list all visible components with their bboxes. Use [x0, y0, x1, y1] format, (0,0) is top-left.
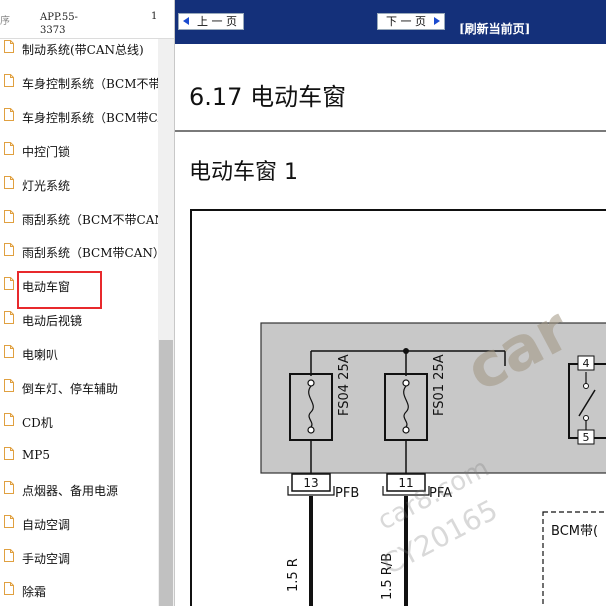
tree-item-label: 车身控制系统（BCM带CAN） — [22, 111, 158, 125]
document-icon — [4, 108, 14, 121]
document-icon — [4, 277, 14, 290]
tree-item-label: 自动空调 — [22, 518, 71, 532]
fuse2-label: FS01 25A — [432, 354, 447, 416]
header-col-index: 序 — [0, 16, 10, 27]
tree-item[interactable]: 手动空调 — [0, 541, 158, 575]
document-icon — [4, 210, 14, 223]
document-icon — [4, 549, 14, 562]
fuse1-label: FS04 25A — [337, 354, 352, 416]
tree-item[interactable]: 灯光系统 — [0, 168, 158, 202]
junction-dot — [403, 348, 409, 354]
document-icon — [4, 515, 14, 528]
document-icon — [4, 40, 14, 53]
tree-item-label: 雨刮系统（BCM带CAN） — [22, 246, 158, 260]
selected-item-highlight — [17, 271, 102, 309]
prev-page-label: 上 一 页 — [197, 15, 237, 28]
header-col-title: APP.55-3373 — [40, 12, 78, 36]
sidebar-header: 序 APP.55-3373 1 — [0, 0, 174, 39]
refresh-page-link[interactable]: [刷新当前页] — [459, 20, 530, 37]
tree-item-label: 电动后视镜 — [22, 314, 83, 328]
document-icon — [4, 176, 14, 189]
tree-item[interactable]: 中控门锁 — [0, 134, 158, 168]
sidebar-scroll-thumb[interactable] — [159, 340, 173, 606]
bcm-module-label: BCM带( — [551, 524, 598, 539]
document-icon — [4, 243, 14, 256]
tree-item-label: 中控门锁 — [22, 145, 71, 159]
document-icon — [4, 582, 14, 595]
document-icon — [4, 311, 14, 324]
document-icon — [4, 413, 14, 426]
tree-item[interactable]: 点烟器、备用电源 — [0, 473, 158, 507]
next-page-label: 下 一 页 — [386, 15, 426, 28]
tree-item[interactable]: 车身控制系统（BCM不带CAN） — [0, 66, 158, 100]
tree-item-label: 车身控制系统（BCM不带CAN） — [22, 77, 158, 91]
tree-item-label: 倒车灯、停车辅助 — [22, 382, 119, 396]
document-icon — [4, 379, 14, 392]
arrow-left-icon — [183, 17, 189, 25]
tree-item[interactable]: CD机 — [0, 405, 158, 439]
document-page: 6.17 电动车窗 电动车窗 1 FS04 25A FS01 25A 13 PF… — [175, 44, 606, 606]
next-page-button[interactable]: 下 一 页 — [377, 13, 445, 30]
tree-item[interactable]: 雨刮系统（BCM不带CAN） — [0, 202, 158, 236]
tree-item[interactable]: 除霜 — [0, 574, 158, 606]
prev-page-button[interactable]: 上 一 页 — [178, 13, 244, 30]
tree-item-label: CD机 — [22, 416, 53, 430]
connector1-pin: 13 — [303, 476, 318, 490]
tree-item-label: MP5 — [22, 448, 50, 462]
document-viewer: 上 一 页 下 一 页 [刷新当前页] 6.17 电动车窗 电动车窗 1 FS0… — [175, 0, 606, 606]
document-icon — [4, 481, 14, 494]
tree-item[interactable]: 雨刮系统（BCM带CAN） — [0, 235, 158, 269]
relay-pin-top: 4 — [583, 357, 590, 370]
tree-item[interactable]: 倒车灯、停车辅助 — [0, 371, 158, 405]
arrow-right-icon — [434, 17, 440, 25]
document-icon — [4, 74, 14, 87]
tree-item-label: 除霜 — [22, 585, 47, 599]
tree-item-label: 灯光系统 — [22, 179, 71, 193]
document-icon — [4, 345, 14, 358]
sidebar: 制动系统(带CAN总线) 车身控制系统（BCM不带CAN） 车身控制系统（BCM带C… — [0, 0, 175, 606]
document-icon — [4, 142, 14, 155]
tree-item-label: 点烟器、备用电源 — [22, 484, 119, 498]
tree-item-label: 雨刮系统（BCM不带CAN） — [22, 213, 158, 227]
connector2-pin: 11 — [398, 476, 413, 490]
tree-item[interactable]: 车身控制系统（BCM带CAN） — [0, 100, 158, 134]
relay-pin-bottom: 5 — [583, 431, 590, 444]
page-nav-bar: 上 一 页 下 一 页 [刷新当前页] — [175, 0, 606, 44]
tree-item[interactable]: 自动空调 — [0, 507, 158, 541]
connector1-name: PFB — [335, 486, 359, 501]
tree-item[interactable]: MP5 — [0, 439, 158, 473]
tree-item[interactable]: 电喇叭 — [0, 337, 158, 371]
tree-item-label: 手动空调 — [22, 552, 71, 566]
tree-item-label: 制动系统(带CAN总线) — [22, 43, 144, 57]
tree-item-label: 电喇叭 — [22, 348, 59, 362]
wire1-label: 1.5 R — [286, 558, 301, 592]
header-col-page: 1 — [151, 11, 158, 22]
document-icon — [4, 447, 14, 460]
